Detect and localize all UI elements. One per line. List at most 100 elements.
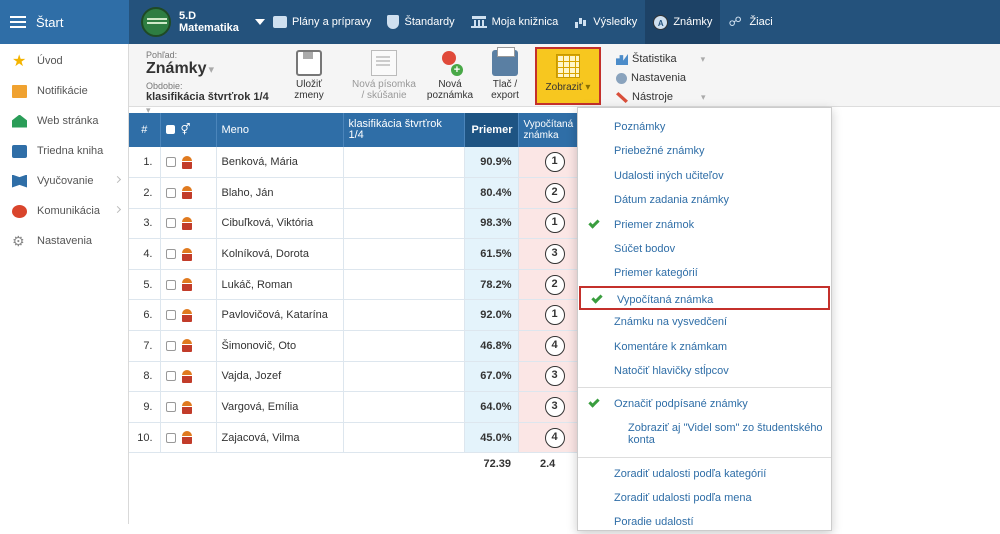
table-row[interactable]: 2. Blaho, Ján 80.4% 2 bbox=[129, 177, 578, 209]
row-select-cell bbox=[160, 422, 217, 454]
row-checkbox[interactable] bbox=[165, 249, 176, 260]
page-title: Známky ▾ bbox=[146, 60, 276, 79]
table-row[interactable]: 1. Benková, Mária 90.9% 1 bbox=[129, 147, 578, 179]
statistics-menu[interactable]: Štatistika ▾ bbox=[616, 50, 706, 69]
column-header-select: ⚥ bbox=[160, 113, 217, 147]
sidebar-item-classbook[interactable]: Triedna kniha bbox=[0, 136, 128, 166]
grade-cell[interactable] bbox=[343, 391, 465, 423]
row-number: 1. bbox=[129, 147, 161, 179]
row-checkbox[interactable] bbox=[165, 340, 176, 351]
student-name[interactable]: Pavlovičová, Katarína bbox=[216, 299, 344, 332]
menu-item[interactable]: Priemer kategórií bbox=[578, 261, 831, 285]
sidebar-item-label: Notifikácie bbox=[37, 85, 88, 97]
grade-cell[interactable] bbox=[343, 269, 465, 301]
menu-item[interactable]: Priemer známok bbox=[578, 213, 831, 237]
view-selector[interactable]: Pohľad: Známky ▾ Obdobie: klasifikácia št… bbox=[146, 50, 276, 117]
grade-cell[interactable] bbox=[343, 299, 465, 332]
column-header-average[interactable]: Priemer bbox=[464, 113, 519, 147]
student-name[interactable]: Blaho, Ján bbox=[216, 177, 344, 209]
menu-item[interactable]: Natočiť hlavičky stĺpcov bbox=[578, 359, 831, 383]
menu-item[interactable]: Poznámky bbox=[578, 115, 831, 139]
menu-item[interactable]: Vypočítaná známka bbox=[579, 285, 830, 311]
sidebar-item-communication[interactable]: Komunikácia bbox=[0, 196, 128, 226]
menu-item[interactable]: Označiť podpísané známky bbox=[578, 392, 831, 416]
new-note-button[interactable]: Nová poznámka bbox=[425, 50, 475, 101]
grade-cell[interactable] bbox=[343, 330, 465, 362]
statistics-icon bbox=[616, 54, 628, 65]
student-name[interactable]: Vargová, Emília bbox=[216, 391, 344, 423]
row-checkbox[interactable] bbox=[165, 157, 176, 168]
menu-item[interactable]: Zoradiť udalosti podľa kategórií bbox=[578, 462, 831, 486]
average-cell: 80.4% bbox=[464, 177, 519, 209]
grade-cell[interactable] bbox=[343, 361, 465, 393]
sidebar-item-intro[interactable]: ★ Úvod bbox=[0, 46, 128, 76]
menu-item[interactable]: Zobraziť aj "Videl som" zo študentského … bbox=[578, 417, 831, 453]
row-checkbox[interactable] bbox=[165, 310, 176, 321]
student-name[interactable]: Zajacová, Vilma bbox=[216, 422, 344, 454]
sidebar-item-teaching[interactable]: Vyučovanie bbox=[0, 166, 128, 196]
student-name[interactable]: Kolníková, Dorota bbox=[216, 238, 344, 270]
calculated-grade-cell: 1 bbox=[518, 208, 578, 240]
student-icon bbox=[181, 186, 192, 200]
nav-standards[interactable]: Štandardy bbox=[379, 0, 462, 44]
print-export-button[interactable]: Tlač / export bbox=[483, 47, 527, 101]
grade-cell[interactable] bbox=[343, 177, 465, 209]
nav-pupils-label: Žiaci bbox=[749, 16, 773, 28]
nav-pupils[interactable]: ☍ Žiaci bbox=[720, 0, 780, 44]
table-row[interactable]: 8. Vajda, Jozef 67.0% 3 bbox=[129, 361, 578, 393]
grade-cell[interactable] bbox=[343, 208, 465, 240]
menu-item[interactable]: Dátum zadania známky bbox=[578, 188, 831, 212]
menu-item[interactable]: Priebežné známky bbox=[578, 139, 831, 163]
home-icon bbox=[12, 114, 27, 128]
table-row[interactable]: 7. Šimonovič, Oto 46.8% 4 bbox=[129, 330, 578, 362]
row-checkbox[interactable] bbox=[165, 279, 176, 290]
grade-cell[interactable] bbox=[343, 238, 465, 270]
grade-cell[interactable] bbox=[343, 422, 465, 454]
column-header-name[interactable]: Meno bbox=[216, 113, 344, 147]
nav-grades[interactable]: A Známky bbox=[645, 0, 721, 44]
nav-plans[interactable]: Plány a prípravy bbox=[265, 0, 379, 44]
student-name[interactable]: Šimonovič, Oto bbox=[216, 330, 344, 362]
save-button[interactable]: Uložiť zmeny bbox=[289, 50, 329, 101]
sidebar-item-notifications[interactable]: Notifikácie bbox=[0, 76, 128, 106]
sidebar-item-settings[interactable]: ⚙ Nastavenia bbox=[0, 226, 128, 256]
table-row[interactable]: 5. Lukáč, Roman 78.2% 2 bbox=[129, 269, 578, 301]
nav-library[interactable]: Moja knižnica bbox=[463, 0, 567, 44]
table-row[interactable]: 6. Pavlovičová, Katarína 92.0% 1 bbox=[129, 299, 578, 332]
menu-item-label: Udalosti iných učiteľov bbox=[614, 169, 724, 182]
table-row[interactable]: 4. Kolníková, Dorota 61.5% 3 bbox=[129, 238, 578, 270]
new-test-button[interactable]: Nová písomka / skúšanie bbox=[346, 50, 422, 101]
table-row[interactable]: 9. Vargová, Emília 64.0% 3 bbox=[129, 391, 578, 423]
row-checkbox[interactable] bbox=[165, 371, 176, 382]
menu-item[interactable]: Súčet bodov bbox=[578, 237, 831, 261]
show-button[interactable]: Zobraziť ▾ bbox=[535, 47, 601, 105]
chevron-down-icon: ▾ bbox=[700, 54, 706, 64]
row-checkbox[interactable] bbox=[165, 187, 176, 198]
menu-item[interactable]: Zoradiť udalosti podľa mena bbox=[578, 486, 831, 510]
table-row[interactable]: 10. Zajacová, Vilma 45.0% 4 bbox=[129, 422, 578, 454]
menu-item[interactable]: Komentáre k známkam bbox=[578, 335, 831, 359]
class-selector[interactable]: 5.D Matematika bbox=[129, 7, 265, 37]
grade-cell[interactable] bbox=[343, 147, 465, 179]
settings-menu[interactable]: Nastavenia bbox=[616, 69, 706, 88]
nav-results-label: Výsledky bbox=[593, 16, 638, 28]
student-name[interactable]: Cibuľková, Viktória bbox=[216, 208, 344, 240]
select-all-checkbox[interactable] bbox=[165, 125, 175, 135]
tools-dropdown[interactable]: Nástroje ▾ bbox=[616, 88, 706, 107]
row-checkbox[interactable] bbox=[165, 402, 176, 413]
student-name[interactable]: Lukáč, Roman bbox=[216, 269, 344, 301]
column-header-period[interactable]: klasifikácia štvrťrok 1/4 bbox=[343, 113, 465, 147]
menu-item[interactable]: Udalosti iných učiteľov bbox=[578, 164, 831, 188]
menu-item[interactable]: Poradie udalostí bbox=[578, 510, 831, 534]
start-button[interactable]: Štart bbox=[0, 0, 129, 44]
nav-results[interactable]: Výsledky bbox=[566, 0, 645, 44]
row-checkbox[interactable] bbox=[165, 218, 176, 229]
grade-icon: A bbox=[653, 14, 669, 30]
menu-item[interactable]: Známku na vysvedčení bbox=[578, 310, 831, 334]
column-header-calculated-grade[interactable]: Vypočítaná známka bbox=[518, 113, 578, 147]
student-name[interactable]: Vajda, Jozef bbox=[216, 361, 344, 393]
student-name[interactable]: Benková, Mária bbox=[216, 147, 344, 179]
table-row[interactable]: 3. Cibuľková, Viktória 98.3% 1 bbox=[129, 208, 578, 240]
sidebar-item-website[interactable]: Web stránka bbox=[0, 106, 128, 136]
row-checkbox[interactable] bbox=[165, 432, 176, 443]
